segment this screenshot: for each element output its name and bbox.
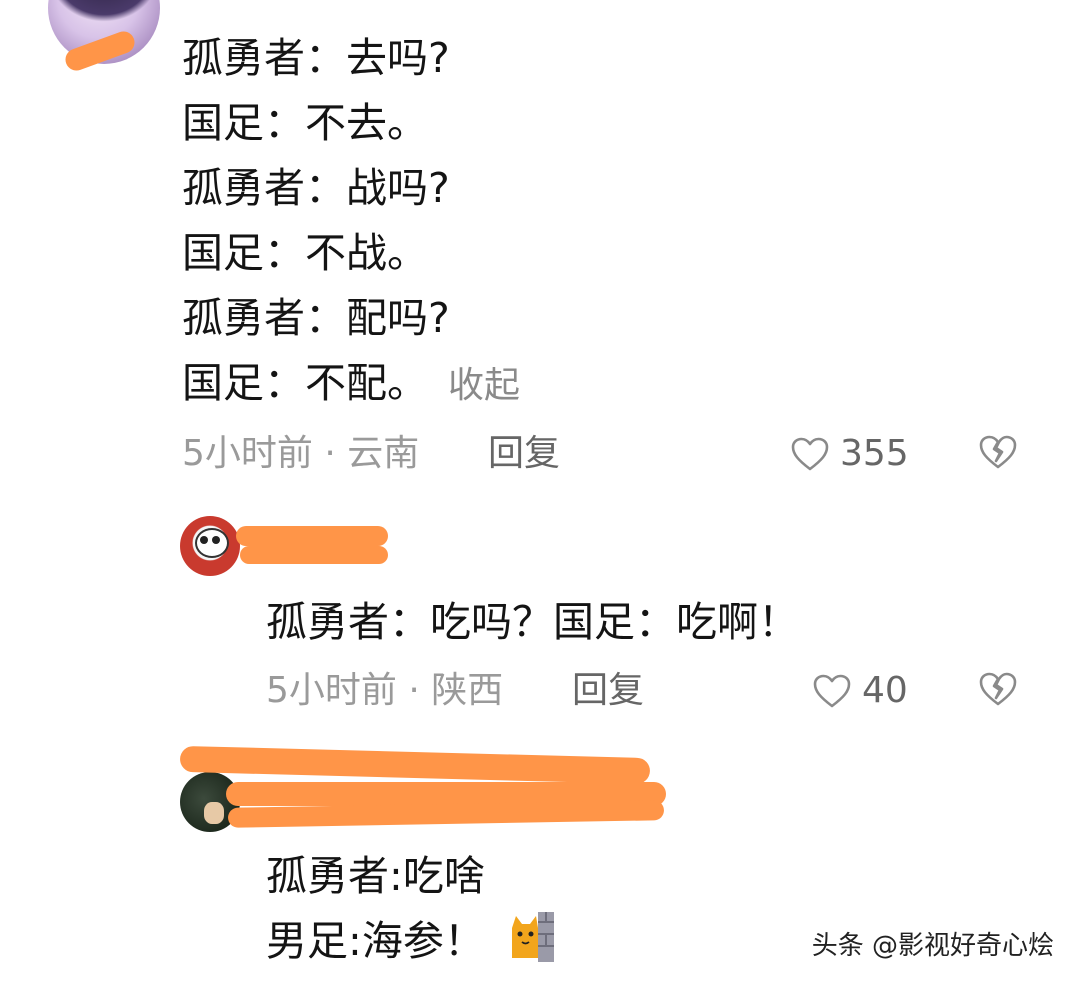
- dislike-button[interactable]: [978, 434, 1018, 470]
- comment-line-4: 国足：不战。: [182, 229, 428, 277]
- reply-1-reply-button[interactable]: 回复: [572, 669, 644, 713]
- comment-line-1: 孤勇者：去吗?: [182, 34, 450, 82]
- utterance: 去吗?: [346, 34, 450, 82]
- heart-outline-icon: [812, 673, 852, 709]
- broken-heart-icon: [978, 671, 1018, 707]
- comment-meta: 5小时前 · 云南: [182, 433, 420, 474]
- like-button[interactable]: 355: [790, 432, 909, 476]
- speaker: 孤勇者：: [182, 164, 346, 212]
- like-count: 40: [862, 670, 908, 711]
- reply-1-text: 孤勇者：吃吗？国足：吃啊！: [266, 598, 799, 646]
- reply-button[interactable]: 回复: [488, 432, 560, 476]
- reply-1-dislike-button[interactable]: [978, 671, 1018, 707]
- comment-line-5: 孤勇者：配吗?: [182, 294, 450, 342]
- redaction-scribble-username-2: [179, 745, 651, 785]
- heart-outline-icon: [790, 436, 830, 472]
- speaker: 孤勇者：: [182, 294, 346, 342]
- utterance: 不配。: [305, 359, 428, 407]
- reply-1-meta: 5小时前 · 陕西: [266, 670, 504, 711]
- reply-2-line-2: 男足:海参！: [266, 917, 485, 965]
- speaker: 国足：: [182, 99, 305, 147]
- collapse-button[interactable]: 收起: [448, 365, 520, 406]
- utterance: 配吗?: [346, 294, 450, 342]
- redaction-scribble-username-1: [236, 526, 388, 546]
- utterance: 不去。: [305, 99, 428, 147]
- avatar-reply-1[interactable]: [180, 516, 240, 576]
- broken-heart-icon: [978, 434, 1018, 470]
- utterance: 战吗?: [346, 164, 450, 212]
- comment-line-3: 孤勇者：战吗?: [182, 164, 450, 212]
- speaker: 孤勇者：: [182, 34, 346, 82]
- cat-peek-emoji: [508, 912, 556, 962]
- watermark: 头条 @影视好奇心烩: [811, 931, 1054, 961]
- comment-line-6: 国足：不配。 收起: [182, 359, 520, 410]
- speaker: 国足：: [182, 359, 305, 407]
- like-count: 355: [840, 433, 909, 474]
- utterance: 不战。: [305, 229, 428, 277]
- reply-1-like-button[interactable]: 40: [812, 669, 908, 713]
- reply-2-line-1: 孤勇者:吃啥: [266, 852, 485, 900]
- redaction-scribble-username-1b: [240, 546, 388, 564]
- speaker: 国足：: [182, 229, 305, 277]
- comment-line-2: 国足：不去。: [182, 99, 428, 147]
